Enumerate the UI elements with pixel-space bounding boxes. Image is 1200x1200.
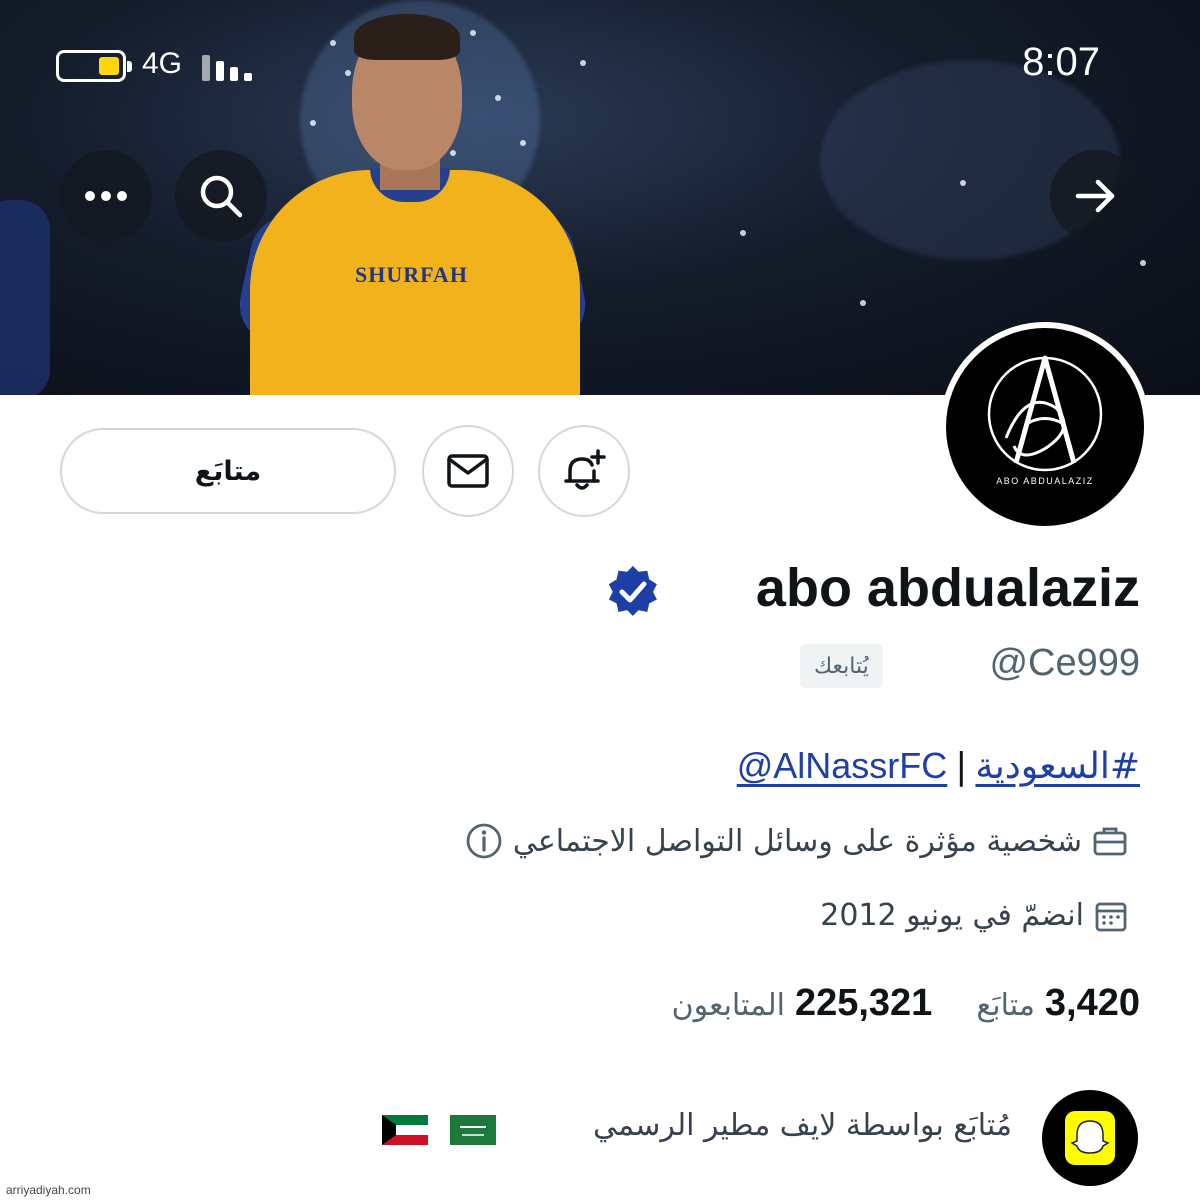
banner-spark [330, 40, 336, 46]
more-options-button[interactable] [60, 150, 152, 242]
briefcase-icon [1093, 827, 1127, 856]
back-button[interactable] [1050, 150, 1142, 242]
bio-separator: | [955, 746, 968, 787]
verified-badge-icon[interactable] [606, 565, 660, 619]
banner-spark [310, 120, 316, 126]
category-row: شخصية مؤثرة على وسائل التواصل الاجتماعي [465, 822, 1128, 860]
banner-player-hair [354, 14, 460, 60]
bell-plus-icon [564, 449, 606, 490]
banner-spark [1140, 260, 1146, 266]
calendar-icon [1095, 902, 1127, 931]
notifications-button[interactable] [538, 425, 630, 517]
battery-level [99, 57, 119, 75]
message-button[interactable] [422, 425, 514, 517]
profile-avatar[interactable]: ABO ABDUALAZIZ [940, 322, 1150, 532]
category-text: شخصية مؤثرة على وسائل التواصل الاجتماعي [512, 823, 1082, 859]
network-type: 4G [142, 47, 183, 80]
following-count[interactable]: 3,420 [1045, 982, 1140, 1025]
status-time: 8:07 [1022, 40, 1100, 84]
arrow-right-icon [1075, 179, 1115, 213]
avatar-caption: ABO ABDUALAZIZ [996, 476, 1094, 486]
banner-side-figure [0, 200, 50, 395]
banner-spark [470, 30, 476, 36]
profile-bio: #السعودية|@AlNassrFC [737, 745, 1140, 787]
site-watermark: arriyadiyah.com [6, 1183, 91, 1197]
battery-icon [56, 50, 132, 82]
banner-spark [495, 95, 501, 101]
followers-label[interactable]: المتابعون [672, 988, 785, 1023]
kuwait-flag-icon [382, 1115, 428, 1145]
envelope-icon [447, 454, 489, 488]
follows-you-badge: يُتابعك [800, 644, 883, 688]
signal-strength-icon [202, 55, 258, 81]
joined-date-text: انضمّ في يونيو 2012 [820, 898, 1084, 933]
banner-spark [740, 230, 746, 236]
follower-avatar[interactable] [1042, 1090, 1138, 1186]
following-button[interactable]: متابَع [60, 428, 396, 514]
banner-spark [520, 140, 526, 146]
followed-by-text[interactable]: مُتابَع بواسطة لايف مطير الرسمي [593, 1108, 1012, 1143]
saudi-flag-icon [450, 1115, 496, 1145]
banner-spark [450, 150, 456, 156]
avatar-monogram-logo [987, 355, 1103, 472]
snapchat-ghost-icon [1065, 1111, 1115, 1165]
info-icon[interactable] [465, 822, 503, 860]
search-icon [200, 175, 243, 218]
more-dots-icon [85, 191, 127, 201]
joined-row: انضمّ في يونيو 2012 [820, 898, 1128, 933]
follow-stats: 3,420 متابَع 225,321 المتابعون [672, 982, 1140, 1025]
bio-hashtag-link[interactable]: #السعودية [975, 746, 1140, 787]
following-label[interactable]: متابَع [976, 988, 1035, 1023]
bio-mention-link[interactable]: @AlNassrFC [737, 745, 948, 786]
banner-spark [960, 180, 966, 186]
display-name: abo abdualaziz [755, 558, 1140, 618]
search-button[interactable] [175, 150, 267, 242]
banner-spark [860, 300, 866, 306]
profile-handle: @Ce999 [989, 642, 1140, 684]
banner-spark [580, 60, 586, 66]
banner-sponsor-text: SHURFAH [355, 262, 468, 287]
banner-spark [345, 70, 351, 76]
followers-count[interactable]: 225,321 [795, 982, 932, 1025]
